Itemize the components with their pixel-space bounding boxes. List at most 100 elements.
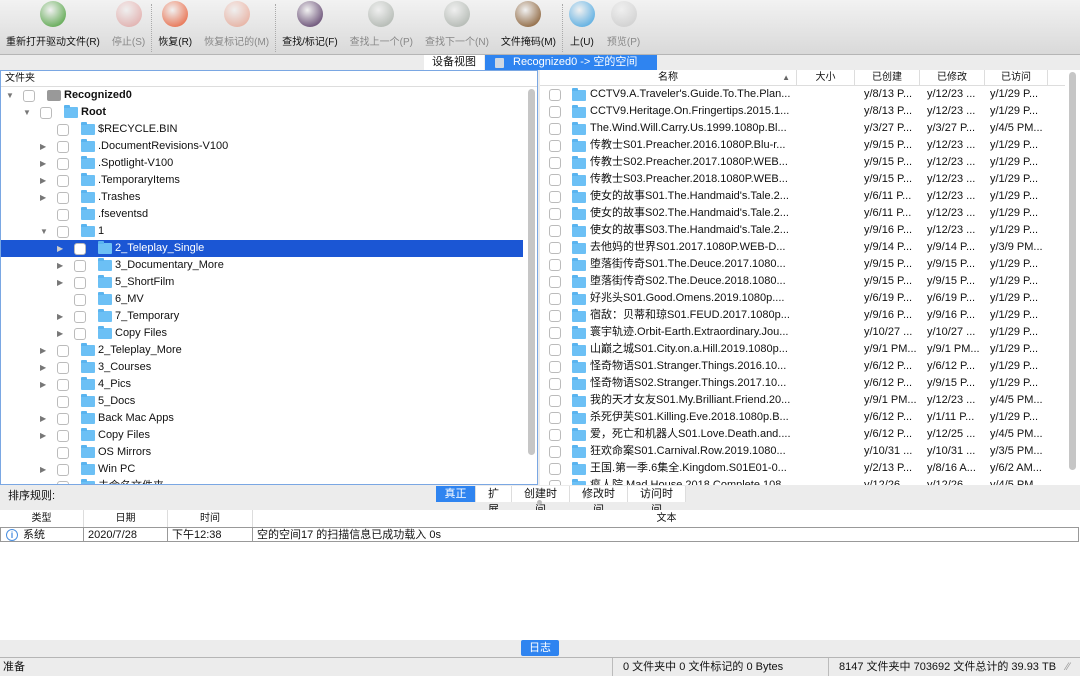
resize-grip-icon[interactable]: ⁄⁄ (1066, 658, 1070, 676)
file-checkbox[interactable] (549, 446, 561, 458)
reload-button[interactable]: 重新打开驱动文件(R) (0, 0, 106, 55)
disclosure-closed-icon[interactable]: ▶ (40, 427, 48, 444)
file-checkbox[interactable] (549, 327, 561, 339)
tree-checkbox[interactable] (57, 158, 69, 170)
file-checkbox[interactable] (549, 106, 561, 118)
disclosure-closed-icon[interactable]: ▶ (40, 376, 48, 393)
tree-item[interactable]: OS Mirrors (1, 444, 523, 461)
disclosure-open-icon[interactable]: ▼ (6, 87, 14, 104)
tree-checkbox[interactable] (57, 379, 69, 391)
file-checkbox[interactable] (549, 361, 561, 373)
column-size[interactable]: 大小 (797, 70, 855, 86)
file-row[interactable]: 狂欢命案S01.Carnival.Row.2019.1080... y/10/3… (540, 443, 1065, 460)
tree-checkbox[interactable] (74, 243, 86, 255)
file-checkbox[interactable] (549, 140, 561, 152)
tree-item[interactable]: ▶ 4_Pics (1, 376, 523, 393)
disclosure-closed-icon[interactable]: ▶ (57, 308, 65, 325)
file-checkbox[interactable] (549, 208, 561, 220)
tree-checkbox[interactable] (23, 90, 35, 102)
tree-checkbox[interactable] (57, 226, 69, 238)
file-checkbox[interactable] (549, 395, 561, 407)
sort-option[interactable]: 访问时间 (628, 486, 686, 516)
tree-checkbox[interactable] (57, 413, 69, 425)
recover-marked-button[interactable]: 恢复标记的(M) (198, 0, 275, 55)
disclosure-open-icon[interactable]: ▼ (40, 223, 48, 240)
file-row[interactable]: 寰宇轨迹.Orbit-Earth.Extraordinary.Jou... y/… (540, 324, 1065, 341)
file-row[interactable]: 堕落街传奇S02.The.Deuce.2018.1080... y/9/15 P… (540, 273, 1065, 290)
file-checkbox[interactable] (549, 344, 561, 356)
tree-checkbox[interactable] (74, 277, 86, 289)
tree-checkbox[interactable] (57, 124, 69, 136)
column-modified[interactable]: 已修改 (920, 70, 985, 86)
file-row[interactable]: 王国.第一季.6集全.Kingdom.S01E01-0... y/2/13 P.… (540, 460, 1065, 477)
disclosure-closed-icon[interactable]: ▶ (40, 172, 48, 189)
tree-checkbox[interactable] (57, 175, 69, 187)
disclosure-closed-icon[interactable]: ▶ (40, 342, 48, 359)
tree-checkbox[interactable] (57, 209, 69, 221)
tree-checkbox[interactable] (57, 362, 69, 374)
file-row[interactable]: 使女的故事S02.The.Handmaid's.Tale.2... y/6/11… (540, 205, 1065, 222)
tree-item[interactable]: ▶ .TemporaryItems (1, 172, 523, 189)
file-checkbox[interactable] (549, 429, 561, 441)
file-row[interactable]: 传教士S02.Preacher.2017.1080P.WEB... y/9/15… (540, 154, 1065, 171)
tree-checkbox[interactable] (57, 141, 69, 153)
file-row[interactable]: 使女的故事S03.The.Handmaid's.Tale.2... y/9/16… (540, 222, 1065, 239)
log-column-type[interactable]: 类型 (0, 510, 84, 527)
file-checkbox[interactable] (549, 157, 561, 169)
tree-item[interactable]: .fseventsd (1, 206, 523, 223)
file-checkbox[interactable] (549, 293, 561, 305)
tree-checkbox[interactable] (57, 345, 69, 357)
file-row[interactable]: 疯人院.Mad.House.2018.Complete.108... y/12/… (540, 477, 1065, 485)
file-row[interactable]: CCTV9.A.Traveler's.Guide.To.The.Plan... … (540, 86, 1065, 103)
tree-item[interactable]: ▶ .DocumentRevisions-V100 (1, 138, 523, 155)
column-created[interactable]: 已创建 (855, 70, 920, 86)
log-column-date[interactable]: 日期 (84, 510, 168, 527)
disclosure-closed-icon[interactable]: ▶ (40, 138, 48, 155)
disclosure-open-icon[interactable]: ▼ (23, 104, 31, 121)
disclosure-closed-icon[interactable]: ▶ (40, 478, 48, 484)
file-row[interactable]: 宿敌：贝蒂和琼S01.FEUD.2017.1080p... y/9/16 P..… (540, 307, 1065, 324)
file-checkbox[interactable] (549, 378, 561, 390)
disclosure-closed-icon[interactable]: ▶ (40, 189, 48, 206)
disclosure-closed-icon[interactable]: ▶ (40, 461, 48, 478)
find-previous-button[interactable]: 查找上一个(P) (344, 0, 419, 55)
file-checkbox[interactable] (549, 259, 561, 271)
binoculars-button[interactable]: 查找/标记(F) (276, 0, 344, 55)
tree-item[interactable]: ▼ Recognized0 (1, 87, 523, 104)
file-checkbox[interactable] (549, 242, 561, 254)
recover-button[interactable]: 恢复(R) (152, 0, 198, 55)
up-folder-button[interactable]: 上(U) (563, 0, 601, 55)
file-row[interactable]: 杀死伊芙S01.Killing.Eve.2018.1080p.B... y/6/… (540, 409, 1065, 426)
tree-item[interactable]: ▶ 2_Teleplay_More (1, 342, 523, 359)
file-list-scrollbar[interactable] (1069, 72, 1076, 470)
mask-button[interactable]: 文件掩码(M) (495, 0, 562, 55)
log-toggle-button[interactable]: 日志 (521, 640, 559, 656)
disclosure-closed-icon[interactable]: ▶ (57, 257, 65, 274)
log-column-time[interactable]: 时间 (168, 510, 253, 527)
tree-item[interactable]: ▼ 1 (1, 223, 523, 240)
tree-checkbox[interactable] (74, 311, 86, 323)
tree-item[interactable]: 5_Docs (1, 393, 523, 410)
tree-checkbox[interactable] (57, 192, 69, 204)
find-next-button[interactable]: 查找下一个(N) (419, 0, 495, 55)
disclosure-closed-icon[interactable]: ▶ (40, 410, 48, 427)
tree-item[interactable]: $RECYCLE.BIN (1, 121, 523, 138)
tree-item[interactable]: ▶ 5_ShortFilm (1, 274, 523, 291)
column-name[interactable]: 名称 ▲ (540, 70, 797, 86)
disclosure-closed-icon[interactable]: ▶ (40, 359, 48, 376)
disclosure-closed-icon[interactable]: ▶ (57, 240, 65, 257)
disclosure-closed-icon[interactable]: ▶ (57, 274, 65, 291)
tree-checkbox[interactable] (40, 107, 52, 119)
file-row[interactable]: CCTV9.Heritage.On.Fringertips.2015.1... … (540, 103, 1065, 120)
tree-item[interactable]: ▶ Copy Files (1, 427, 523, 444)
file-row[interactable]: 去他妈的世界S01.2017.1080P.WEB-D... y/9/14 P..… (540, 239, 1065, 256)
file-row[interactable]: 山巅之城S01.City.on.a.Hill.2019.1080p... y/9… (540, 341, 1065, 358)
tree-item[interactable]: ▶ 2_Teleplay_Single (1, 240, 523, 257)
file-checkbox[interactable] (549, 463, 561, 475)
sort-option[interactable]: 扩展 (476, 486, 512, 516)
log-column-text[interactable]: 文本 (253, 510, 1080, 527)
file-row[interactable]: 好兆头S01.Good.Omens.2019.1080p.... y/6/19 … (540, 290, 1065, 307)
file-checkbox[interactable] (549, 89, 561, 101)
file-row[interactable]: The.Wind.Will.Carry.Us.1999.1080p.Bl... … (540, 120, 1065, 137)
tab-current-scan[interactable]: Recognized0 -> 空的空间17 (485, 55, 657, 83)
